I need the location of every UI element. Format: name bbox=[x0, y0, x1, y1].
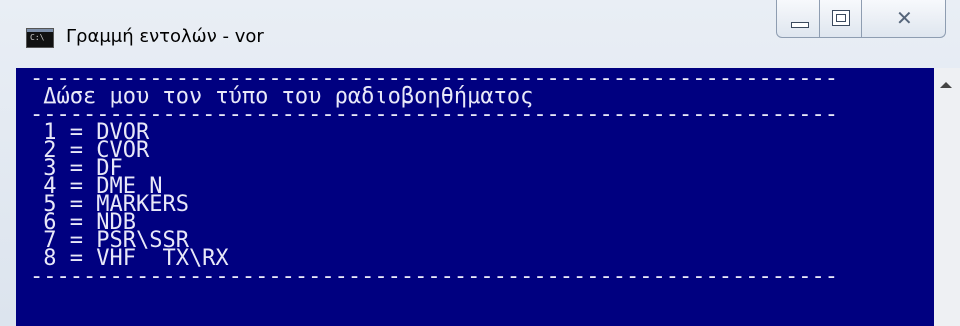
console-text: ----------------------------------------… bbox=[16, 68, 934, 289]
console-output[interactable]: ----------------------------------------… bbox=[16, 68, 934, 326]
vertical-scrollbar[interactable] bbox=[934, 68, 960, 326]
close-icon: ✕ bbox=[896, 6, 913, 30]
separator-line: ----------------------------------------… bbox=[30, 264, 838, 289]
cmd-icon[interactable]: C:\ bbox=[26, 28, 54, 48]
window-title: Γραμμή εντολών - vor bbox=[66, 26, 264, 47]
minimize-button[interactable] bbox=[776, 0, 820, 38]
title-bar[interactable]: C:\ Γραμμή εντολών - vor ✕ bbox=[0, 0, 960, 66]
scroll-up-arrow-icon[interactable] bbox=[940, 82, 952, 88]
maximize-button[interactable] bbox=[820, 0, 862, 38]
caption-buttons: ✕ bbox=[776, 0, 946, 40]
maximize-icon bbox=[832, 10, 850, 26]
cmd-icon-text: C:\ bbox=[30, 33, 45, 42]
console-window: C:\ Γραμμή εντολών - vor ✕ -------------… bbox=[0, 0, 960, 326]
separator-line: ----------------------------------------… bbox=[30, 102, 838, 127]
close-button[interactable]: ✕ bbox=[862, 0, 946, 38]
minimize-icon bbox=[791, 22, 809, 28]
